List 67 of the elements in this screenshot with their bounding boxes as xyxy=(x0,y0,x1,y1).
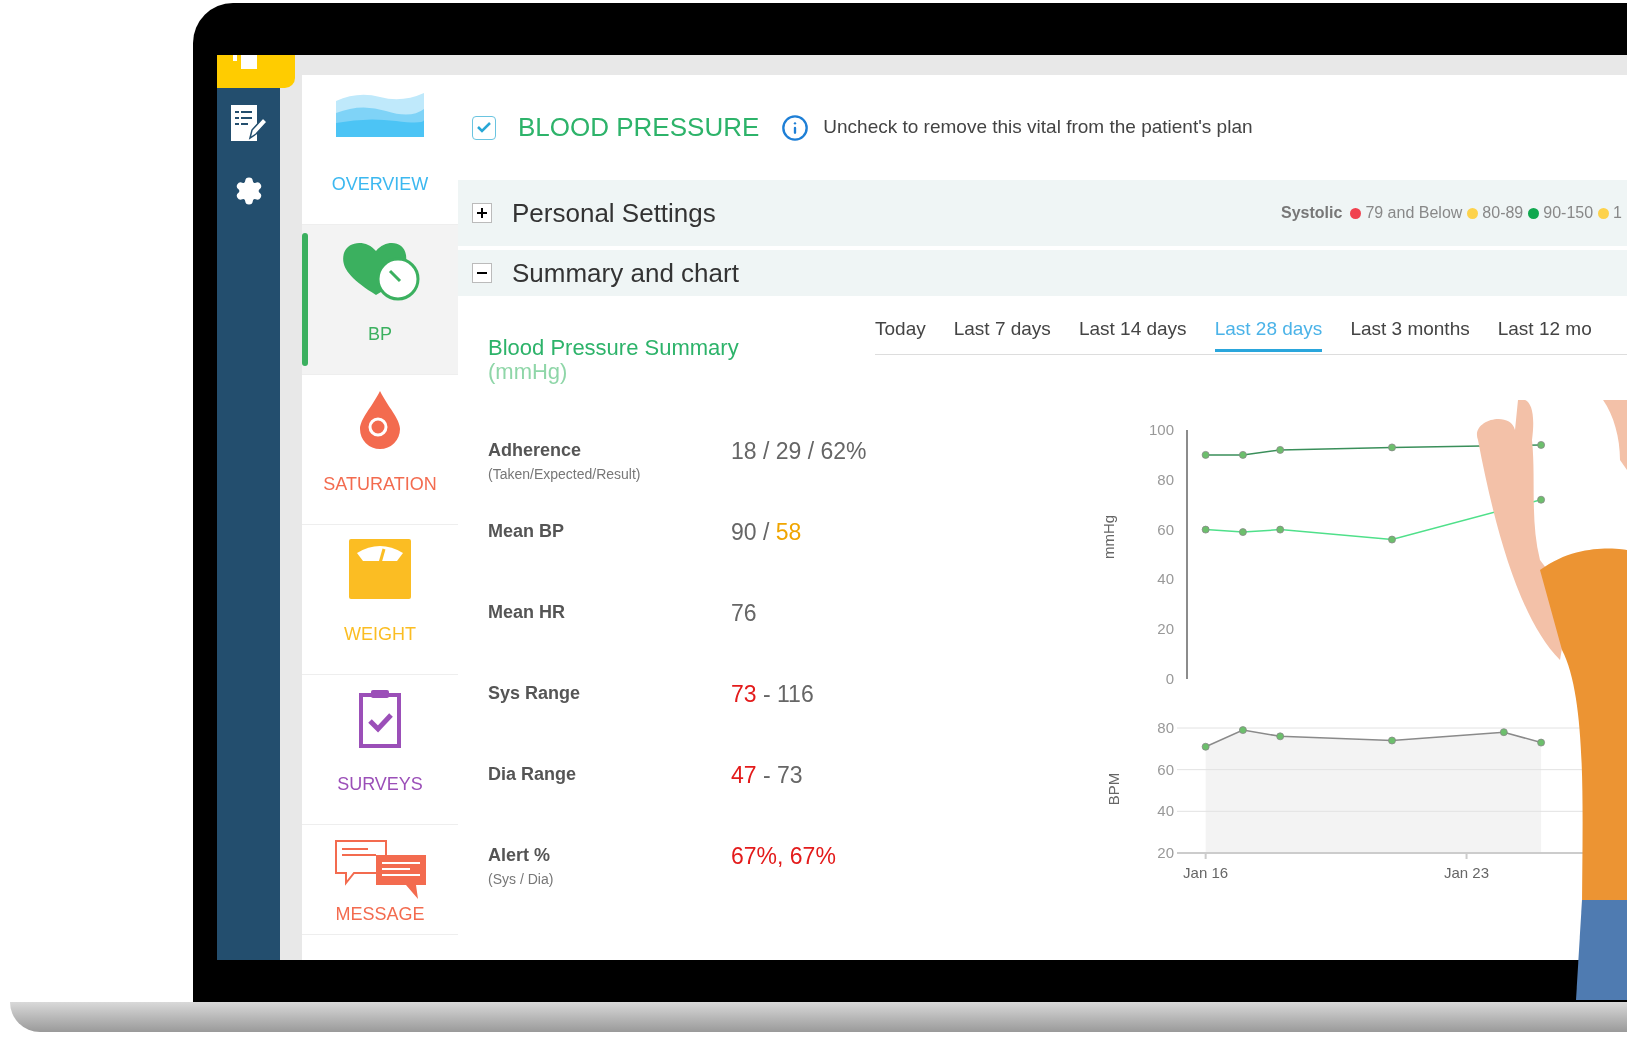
metric-note: (Taken/Expected/Result) xyxy=(488,465,642,484)
metric-label: Mean HR xyxy=(488,602,566,622)
y-tick-label: 0 xyxy=(1165,670,1174,687)
y-tick-label: 80 xyxy=(1157,719,1174,736)
metric-label: Sys Range xyxy=(488,683,582,703)
legend-label: 1 xyxy=(1613,203,1622,223)
point xyxy=(1388,736,1396,745)
point xyxy=(1537,495,1545,504)
y-tick-label: 40 xyxy=(1157,802,1174,820)
metric-value: 76 xyxy=(731,599,757,620)
x-tick-label: Jan 16 xyxy=(1183,864,1229,881)
scale-icon xyxy=(349,539,411,599)
checklist-pencil-icon[interactable] xyxy=(229,104,268,142)
range-tab[interactable]: Last 3 months xyxy=(1350,310,1470,352)
info-icon[interactable] xyxy=(781,113,810,142)
point xyxy=(1201,742,1210,751)
metric-label: Mean BP xyxy=(488,521,566,541)
point xyxy=(1201,525,1210,534)
checkbox[interactable] xyxy=(472,115,496,140)
metric-label: Dia Range xyxy=(488,764,578,784)
metric-value: 18 / 29 / 62% xyxy=(731,437,867,458)
range-tab[interactable]: Last 7 days xyxy=(953,310,1051,352)
y-tick-label: 60 xyxy=(1157,520,1174,538)
document-icon xyxy=(233,55,257,69)
metric-label: Adherence xyxy=(488,440,583,460)
range-tab[interactable]: Last 12 mo xyxy=(1497,310,1592,352)
metric-value: 90 / 58 xyxy=(731,518,802,539)
section-title: Summary and chart xyxy=(512,256,739,290)
section-header[interactable]: Summary and chart xyxy=(458,250,1627,296)
chat-bubbles-icon xyxy=(334,839,426,899)
y-tick-label: 40 xyxy=(1157,570,1174,588)
summary-title: Blood Pressure Summary xyxy=(488,336,740,360)
y-axis-title: BPM xyxy=(1105,772,1122,806)
drop-icon xyxy=(358,389,402,449)
section-title: Personal Settings xyxy=(512,196,716,230)
point xyxy=(1276,732,1285,741)
metric-label: Alert % xyxy=(488,845,551,865)
y-tick-label: 60 xyxy=(1157,760,1174,778)
expand-icon[interactable] xyxy=(472,203,492,223)
point xyxy=(1239,528,1247,536)
section-header[interactable]: Personal Settings Systolic 79 and Below 80-89 90-150 1 xyxy=(458,180,1627,246)
range-tab[interactable]: Today xyxy=(875,310,926,352)
metric-value: 47 - 73 xyxy=(731,761,803,782)
collapse-icon[interactable] xyxy=(472,263,492,283)
legend-label: 90-150 xyxy=(1543,203,1594,223)
y-tick-label: 20 xyxy=(1157,844,1174,861)
point xyxy=(1276,525,1285,534)
point xyxy=(1499,728,1508,737)
y-axis-title: mmHg xyxy=(1100,514,1117,560)
x-tick-label: Jan 23 xyxy=(1444,864,1490,881)
hint-text: Uncheck to remove this vital from the patient's plan xyxy=(823,115,1253,140)
y-tick-label: 100 xyxy=(1148,421,1174,438)
legend-title: Systolic xyxy=(1281,203,1343,223)
point xyxy=(1537,738,1545,747)
metric-note: (Sys / Dia) xyxy=(488,870,555,889)
legend-label: 79 and Below xyxy=(1365,203,1463,223)
clipboard-check-icon xyxy=(358,689,402,749)
legend-label: 80-89 xyxy=(1482,203,1524,223)
point xyxy=(1388,535,1396,544)
point xyxy=(1239,726,1247,734)
vital-title: BLOOD PRESSURE xyxy=(518,111,760,144)
y-tick-label: 80 xyxy=(1157,470,1174,488)
y-tick-label: 20 xyxy=(1157,620,1174,638)
metric-value: 73 - 116 xyxy=(731,680,814,701)
check-icon xyxy=(477,122,491,133)
range-tab[interactable]: Last 14 days xyxy=(1078,310,1187,352)
summary-unit: (mmHg) xyxy=(488,360,569,384)
